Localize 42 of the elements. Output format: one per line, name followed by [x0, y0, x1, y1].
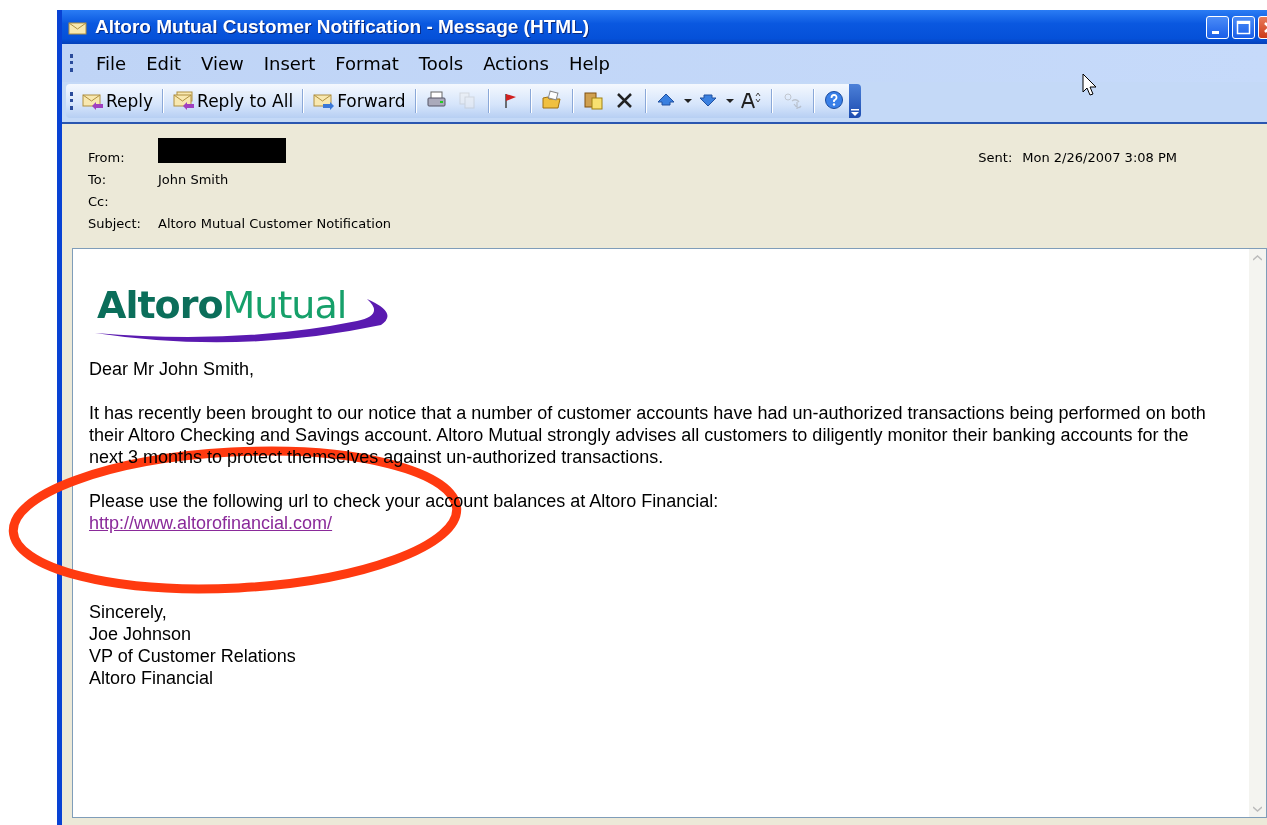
toolbar-button[interactable]: Reply: [79, 86, 157, 116]
toolbar-button[interactable]: Reply to All: [170, 86, 297, 116]
menu-item[interactable]: Edit: [146, 52, 181, 74]
signature-line: VP of Customer Relations: [89, 645, 297, 667]
caret-icon[interactable]: [683, 98, 692, 104]
signature-line: Altoro Financial: [89, 667, 215, 689]
field-label: Cc:: [88, 194, 110, 211]
field-value: Altoro Mutual Customer Notification: [158, 216, 392, 233]
maximize-button[interactable]: [1232, 15, 1255, 39]
menu-item[interactable]: Format: [335, 52, 399, 74]
field-label: Subject:: [88, 216, 142, 233]
caret-icon[interactable]: [725, 98, 734, 104]
menu-item[interactable]: View: [201, 52, 244, 74]
signature-line: Sincerely,: [89, 601, 168, 623]
maximize-icon: [1236, 19, 1251, 35]
toolbar-grip: [70, 54, 76, 72]
envelopes-arrow-icon: [173, 90, 196, 112]
toolbar-grip: [70, 92, 76, 110]
menu-item[interactable]: Help: [568, 52, 610, 74]
minimize-button[interactable]: [1206, 15, 1229, 39]
logo-text: AltoroMutual: [97, 283, 347, 327]
field-label: From:: [88, 150, 126, 167]
help-icon: [823, 90, 846, 112]
menu-item[interactable]: Insert: [263, 52, 316, 74]
menu-item[interactable]: Actions: [483, 52, 549, 74]
chevron-icon: [850, 108, 859, 118]
greeting-text: Dear Mr John Smith,: [89, 358, 256, 380]
translate-icon: [781, 90, 804, 112]
cursor-icon: [1082, 73, 1098, 97]
minimize-icon: [1211, 30, 1219, 34]
menu-item[interactable]: Tools: [418, 52, 464, 74]
menu-item[interactable]: File: [96, 52, 127, 74]
signature-line: Joe Johnson: [89, 623, 193, 645]
folder-icon: [540, 90, 563, 112]
field-value: John Smith: [158, 172, 230, 189]
clipboard-icon: [582, 90, 605, 112]
field-value: Mon 2/26/2007 3:08 PM: [1022, 150, 1177, 167]
field-label: Sent:: [978, 150, 1013, 167]
url-link[interactable]: http://www.altorofinancial.com/: [89, 513, 333, 533]
field-label: To:: [88, 172, 108, 189]
window-title: Altoro Mutual Customer Notification - Message (HTML): [95, 16, 589, 38]
toolbar-button[interactable]: Forward: [310, 86, 409, 116]
